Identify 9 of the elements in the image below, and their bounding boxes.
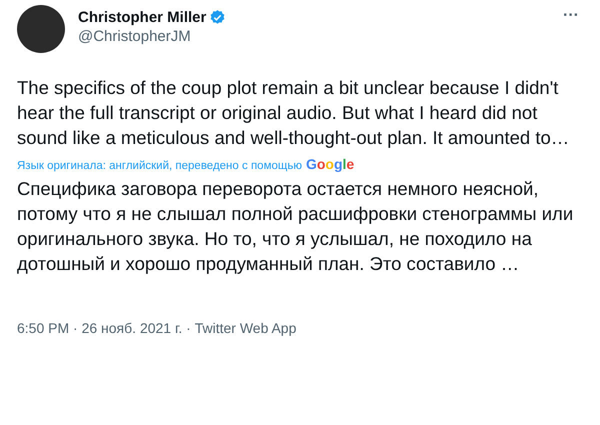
author-handle: @ChristopherJM bbox=[78, 28, 192, 45]
more-button[interactable]: ··· bbox=[559, 7, 583, 25]
tweet-text: The specifics of the coup plot remain a bit unclear because I didn't hear the full transcript or original audio. But what I heard did not sound like a meticulous and well-thought-out plan. It amounted to… bbox=[17, 76, 570, 150]
author-name[interactable]: Christopher Miller bbox=[78, 9, 206, 26]
timestamp[interactable]: 6:50 PM · 26 нояб. 2021 г. · Twitter Web App bbox=[17, 320, 583, 336]
translation-note: Язык оригинала: английский, переведено с помощью bbox=[17, 160, 302, 172]
provider-logo[interactable]: Google bbox=[306, 156, 354, 172]
translated-text: Специфика заговора переворота остается немного неясной, потому что я не слышал полной расшифровки стенограммы или оригинального звука. Но то, что я услышал, не походило на дотошный и хорошо продуманный план. Это составило … bbox=[17, 177, 574, 276]
avatar[interactable] bbox=[17, 5, 65, 53]
